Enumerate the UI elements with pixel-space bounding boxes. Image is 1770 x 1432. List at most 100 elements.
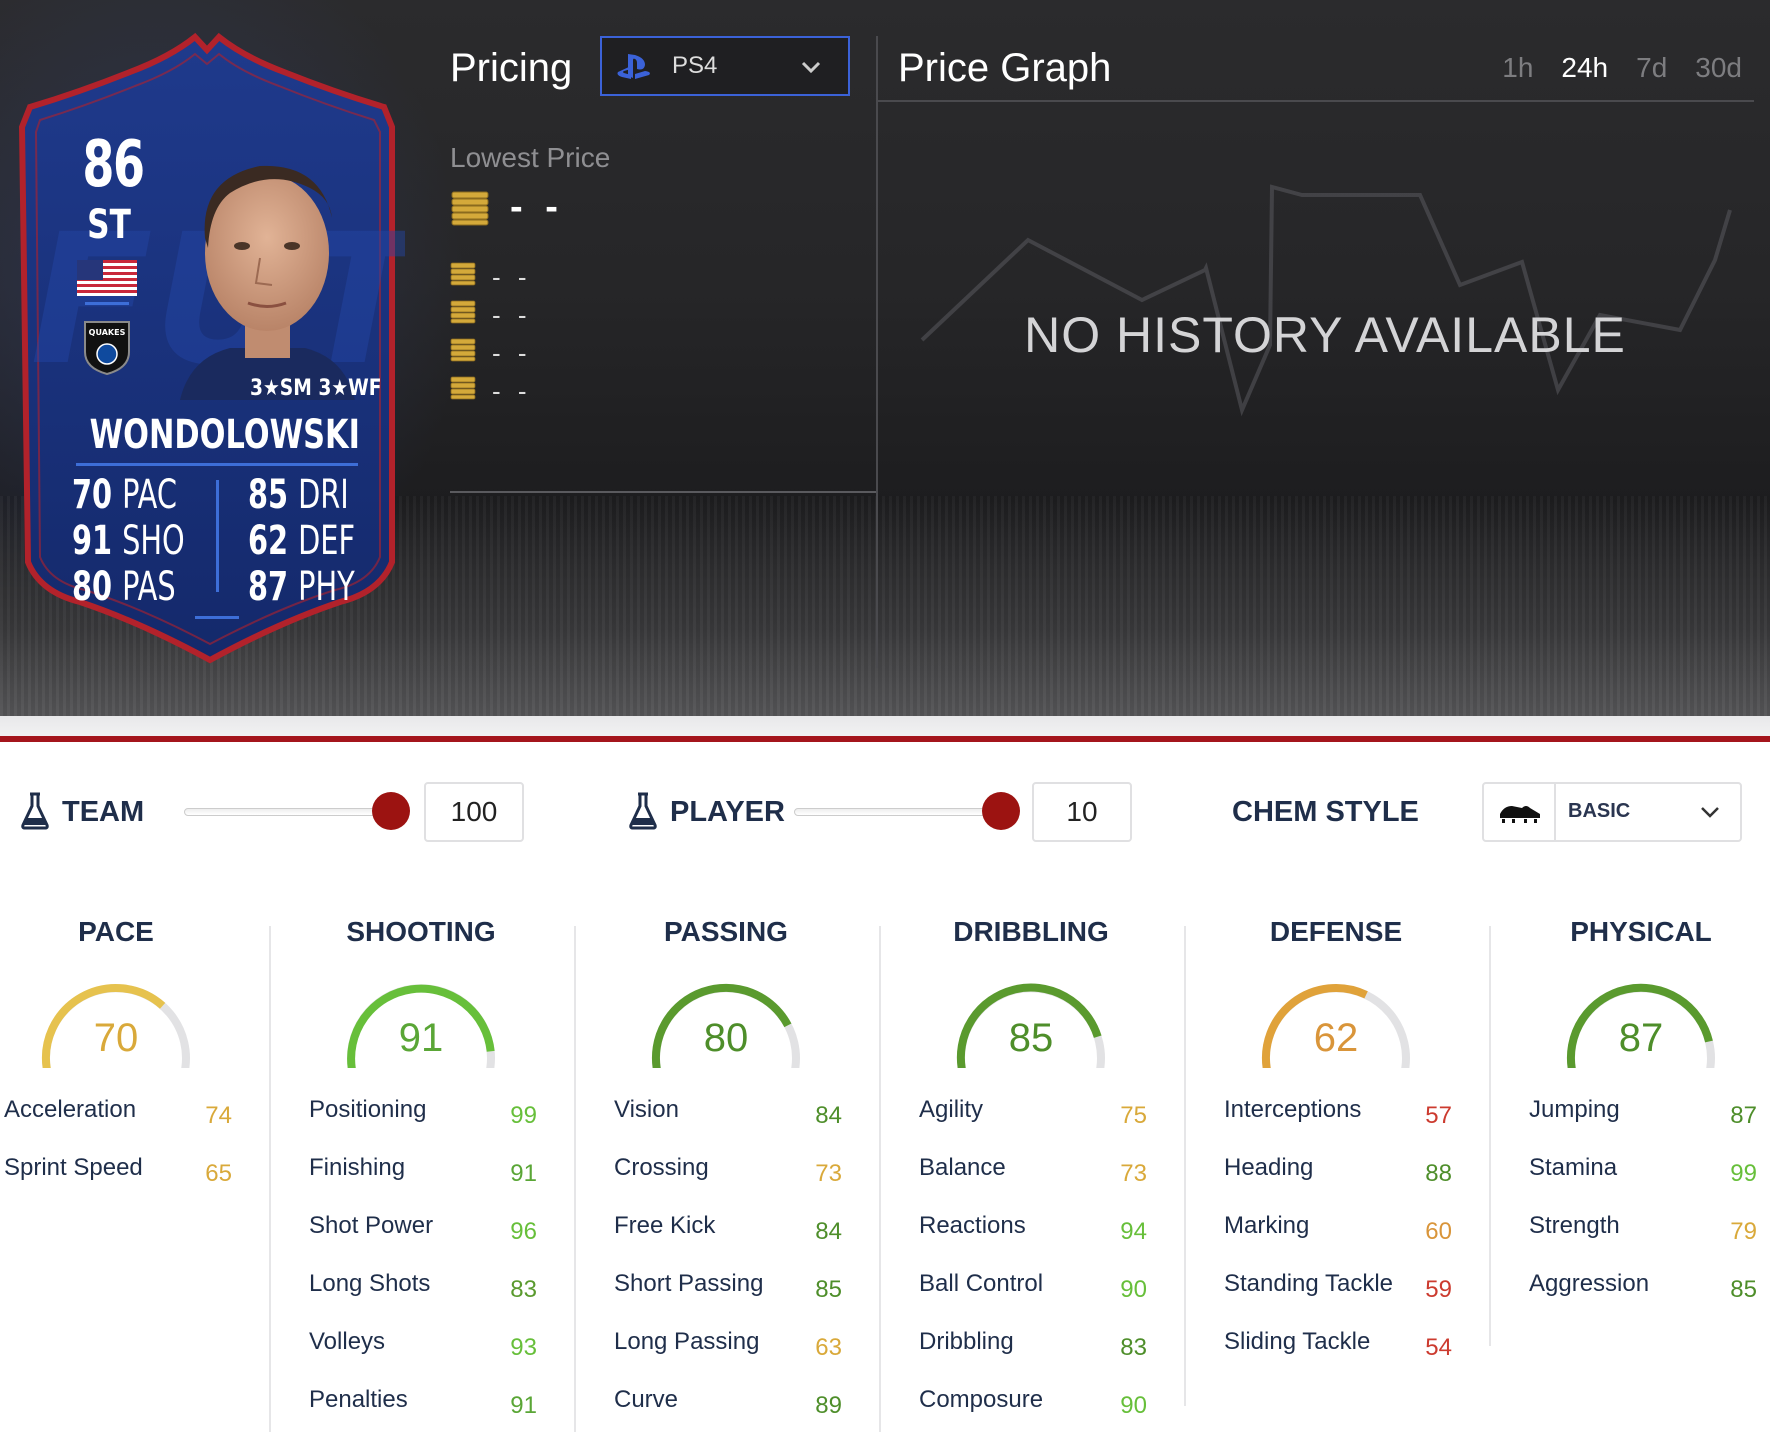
category-value: 80: [703, 1016, 749, 1060]
category-value: 91: [398, 1016, 444, 1060]
category-title: PACE: [78, 916, 154, 947]
attribute-label: Sliding Tackle: [1224, 1328, 1371, 1355]
category-title: SHOOTING: [346, 916, 496, 947]
attribute-value: 88: [1425, 1160, 1452, 1187]
attribute-label: Long Passing: [614, 1328, 760, 1355]
graph-header-divider: [878, 100, 1754, 102]
card-skills: 3★SM 3★WF: [250, 376, 382, 401]
name-divider: [76, 463, 358, 466]
card-rating: 86: [82, 128, 145, 202]
boot-icon: [1500, 806, 1540, 823]
platform-value: PS4: [672, 52, 718, 79]
category-value: 70: [93, 1016, 139, 1060]
attribute-value: 91: [510, 1392, 537, 1419]
attribute-label: Stamina: [1529, 1154, 1618, 1181]
attribute-label: Long Shots: [309, 1270, 431, 1297]
coin-stack-icon: [450, 338, 476, 362]
lowest-price-value: - -: [510, 186, 564, 228]
attribute-label: Positioning: [309, 1096, 427, 1123]
chem-style-select[interactable]: BASIC: [1482, 782, 1742, 842]
pricing-divider: [450, 491, 878, 493]
playstation-icon: [617, 54, 650, 79]
attribute-value: 90: [1120, 1276, 1147, 1303]
attribute-value: 83: [1120, 1334, 1147, 1361]
attribute-value: 85: [1730, 1276, 1757, 1303]
platform-select[interactable]: PS4: [600, 36, 850, 96]
attribute-label: Strength: [1529, 1212, 1620, 1239]
attribute-label: Sprint Speed: [4, 1154, 143, 1181]
category-value: 87: [1618, 1016, 1664, 1060]
column-divider: [879, 926, 881, 1432]
player-photo: [180, 165, 355, 400]
attribute-label: Curve: [614, 1386, 679, 1413]
section-divider: [876, 36, 878, 668]
attribute-label: Penalties: [309, 1386, 408, 1413]
card-stat-sho: 91 SHO: [72, 518, 185, 564]
select-divider: [1554, 784, 1556, 840]
coin-stack-icon: [450, 300, 476, 324]
column-divider: [269, 926, 271, 1432]
attribute-label: Vision: [614, 1096, 679, 1123]
attribute-label: Ball Control: [919, 1270, 1044, 1297]
attribute-label: Volleys: [309, 1328, 386, 1355]
attribute-value: 99: [510, 1102, 537, 1129]
lowest-price-label: Lowest Price: [450, 142, 611, 173]
category-title: PASSING: [664, 916, 788, 947]
attribute-value: 85: [815, 1276, 842, 1303]
attribute-label: Heading: [1224, 1154, 1314, 1181]
player-chem-slider-handle[interactable]: [982, 792, 1020, 830]
attribute-value: 83: [510, 1276, 537, 1303]
card-bottom-divider: [195, 616, 239, 619]
attribute-label: Acceleration: [4, 1096, 137, 1123]
card-player-name: WONDOLOWSKI: [89, 412, 360, 458]
team-chem-slider[interactable]: [184, 808, 394, 816]
price-graph-title: Price Graph: [898, 46, 1112, 90]
attribute-label: Standing Tackle: [1224, 1270, 1394, 1297]
chem-style-value: BASIC: [1568, 800, 1631, 822]
attribute-value: 84: [815, 1218, 842, 1245]
attribute-label: Finishing: [309, 1154, 406, 1181]
attribute-value: 89: [815, 1392, 842, 1419]
attribute-label: Balance: [919, 1154, 1006, 1181]
attribute-label: Aggression: [1529, 1270, 1650, 1297]
card-stat-pas: 80 PAS: [72, 564, 176, 610]
attribute-value: 90: [1120, 1392, 1147, 1419]
player-chem-input[interactable]: 10: [1032, 782, 1132, 842]
column-divider: [1184, 926, 1186, 1406]
attribute-value: 93: [510, 1334, 537, 1361]
chevron-down-icon: [1701, 807, 1719, 818]
tab-24h[interactable]: 24h: [1561, 52, 1608, 84]
team-chem-label: TEAM: [62, 796, 145, 828]
card-stat-dri: 85 DRI: [248, 472, 349, 518]
attribute-value: 96: [510, 1218, 537, 1245]
tab-1h[interactable]: 1h: [1502, 52, 1533, 84]
attribute-label: Jumping: [1529, 1096, 1620, 1123]
coin-stack-icon: [450, 262, 476, 286]
flask-icon: [629, 792, 657, 830]
attribute-label: Crossing: [614, 1154, 709, 1181]
pricing-title: Pricing: [450, 46, 573, 90]
attribute-value: 73: [815, 1160, 842, 1187]
attribute-value: 79: [1730, 1218, 1757, 1245]
attribute-value: 94: [1120, 1218, 1147, 1245]
card-stat-divider: [216, 480, 219, 592]
category-title: DRIBBLING: [953, 916, 1109, 947]
team-chem-slider-handle[interactable]: [372, 792, 410, 830]
attribute-label: Dribbling: [919, 1328, 1014, 1355]
attribute-value: 75: [1120, 1102, 1147, 1129]
attribute-label: Marking: [1224, 1212, 1310, 1239]
category-title: PHYSICAL: [1570, 916, 1712, 947]
player-chem-slider[interactable]: [794, 808, 1004, 816]
attribute-label: Agility: [919, 1096, 984, 1123]
attribute-label: Short Passing: [614, 1270, 764, 1297]
tab-7d[interactable]: 7d: [1636, 52, 1667, 84]
accent-strip: [0, 736, 1770, 742]
attribute-value: 84: [815, 1102, 842, 1129]
section-strip: [0, 716, 1770, 738]
attribute-value: 74: [205, 1102, 232, 1129]
team-chem-input[interactable]: 100: [424, 782, 524, 842]
tab-30d[interactable]: 30d: [1695, 52, 1742, 84]
flask-icon: [21, 792, 49, 830]
price-value: - -: [492, 262, 532, 292]
attribute-label: Free Kick: [614, 1212, 716, 1239]
